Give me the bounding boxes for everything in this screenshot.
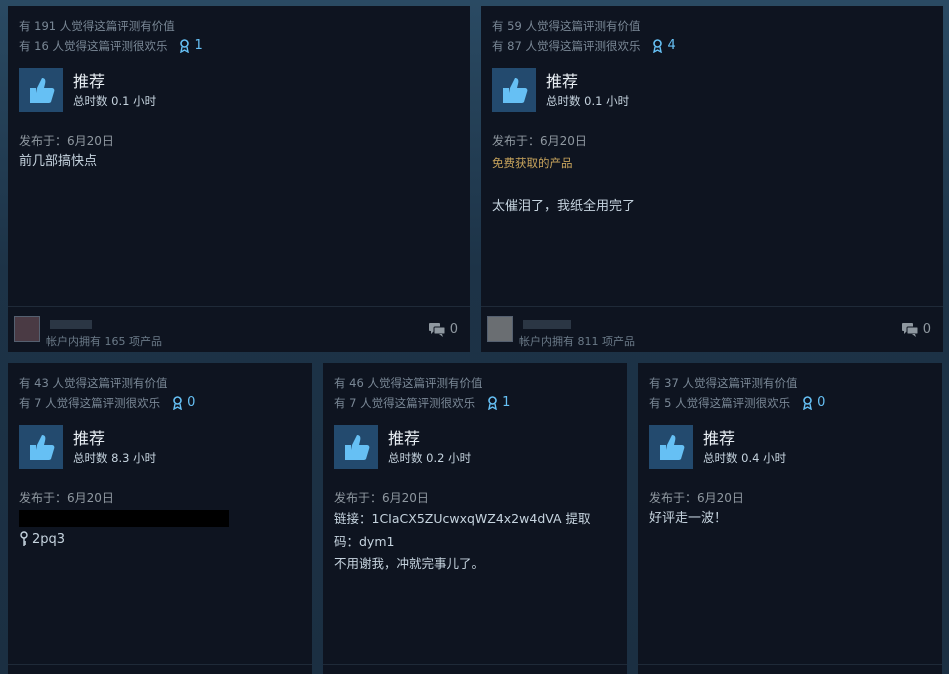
key-text: 2pq3: [32, 531, 66, 547]
review-card: 有 43 人觉得这篇评测有价值 有 7 人觉得这篇评测很欢乐 0 推荐 总时数 …: [8, 363, 312, 674]
posted-date: 发布于：6月20日: [649, 491, 744, 505]
divider: [323, 664, 627, 665]
funny-count: 有 7 人觉得这篇评测很欢乐: [19, 396, 161, 410]
recommendation[interactable]: 推荐 总时数 0.2 小时: [334, 425, 471, 469]
reviewer-name-redacted[interactable]: [50, 320, 92, 329]
posted-date: 发布于：6月20日: [19, 134, 114, 148]
avatar[interactable]: [14, 316, 40, 342]
recommendation-label: 推荐: [546, 72, 579, 91]
review-body-line: 不用谢我，冲就完事儿了。: [334, 556, 485, 571]
award-number: 4: [667, 38, 676, 53]
award-number: 0: [187, 395, 196, 410]
review-stats: 有 37 人觉得这篇评测有价值 有 5 人觉得这篇评测很欢乐 0: [649, 373, 825, 413]
divider: [8, 306, 470, 307]
helpful-count: 有 43 人觉得这篇评测有价值: [19, 376, 168, 390]
award-ribbon-icon: [173, 396, 183, 410]
review-stats: 有 59 人觉得这篇评测有价值 有 87 人觉得这篇评测很欢乐 4: [492, 16, 676, 56]
thumbs-up-icon: [19, 68, 63, 112]
award-ribbon-icon: [653, 39, 663, 53]
comment-number: 0: [449, 322, 458, 337]
review-card: 有 59 人觉得这篇评测有价值 有 87 人觉得这篇评测很欢乐 4 推荐 总时数…: [481, 6, 943, 352]
free-product-label: 免费获取的产品: [492, 156, 573, 170]
posted-date: 发布于：6月20日: [492, 134, 587, 148]
products-owned: 帐户内拥有 165 项产品: [46, 335, 162, 348]
recommendation-label: 推荐: [73, 429, 106, 448]
helpful-count: 有 46 人觉得这篇评测有价值: [334, 376, 483, 390]
thumbs-up-icon: [492, 68, 536, 112]
recommendation-label: 推荐: [73, 72, 106, 91]
hours-played: 总时数 0.2 小时: [388, 451, 472, 465]
award-ribbon-icon: [803, 396, 813, 410]
recommendation[interactable]: 推荐 总时数 0.1 小时: [19, 68, 156, 112]
funny-count: 有 5 人觉得这篇评测很欢乐: [649, 396, 791, 410]
review-body: 前几部搞快点: [19, 154, 98, 169]
hours-played: 总时数 0.1 小时: [546, 94, 630, 108]
helpful-count: 有 59 人觉得这篇评测有价值: [492, 19, 641, 33]
helpful-count: 有 37 人觉得这篇评测有价值: [649, 376, 798, 390]
recommendation[interactable]: 推荐 总时数 8.3 小时: [19, 425, 156, 469]
review-stats: 有 43 人觉得这篇评测有价值 有 7 人觉得这篇评测很欢乐 0: [19, 373, 195, 413]
recommendation[interactable]: 推荐 总时数 0.1 小时: [492, 68, 629, 112]
review-card: 有 46 人觉得这篇评测有价值 有 7 人觉得这篇评测很欢乐 1 推荐 总时数 …: [323, 363, 627, 674]
award-ribbon-icon: [488, 396, 498, 410]
hours-played: 总时数 0.4 小时: [703, 451, 787, 465]
funny-count: 有 16 人觉得这篇评测很欢乐: [19, 39, 168, 53]
divider: [638, 664, 942, 665]
posted-date: 发布于：6月20日: [334, 491, 429, 505]
review-card: 有 191 人觉得这篇评测有价值 有 16 人觉得这篇评测很欢乐 1 推荐 总时…: [8, 6, 470, 352]
comment-count[interactable]: 0: [901, 322, 931, 337]
review-stats: 有 46 人觉得这篇评测有价值 有 7 人觉得这篇评测很欢乐 1: [334, 373, 510, 413]
reviewer-name-redacted[interactable]: [523, 320, 571, 329]
funny-count: 有 87 人觉得这篇评测很欢乐: [492, 39, 641, 53]
recommendation-label: 推荐: [703, 429, 736, 448]
review-body: 太催泪了，我纸全用完了: [492, 199, 636, 214]
award-number: 0: [817, 395, 826, 410]
posted-date: 发布于：6月20日: [19, 491, 114, 505]
award-count[interactable]: 1: [179, 36, 203, 56]
review-body-line: 码：dym1: [334, 534, 395, 549]
review-card: 有 37 人觉得这篇评测有价值 有 5 人觉得这篇评测很欢乐 0 推荐 总时数 …: [638, 363, 942, 674]
thumbs-up-icon: [334, 425, 378, 469]
award-count[interactable]: 1: [487, 393, 510, 413]
award-number: 1: [194, 38, 203, 53]
review-body-line: 链接：1CIaCX5ZUcwxqWZ4x2w4dVA 提取: [334, 511, 591, 526]
comment-icon: [428, 322, 445, 337]
helpful-count: 有 191 人觉得这篇评测有价值: [19, 19, 175, 33]
award-count[interactable]: 0: [172, 393, 195, 413]
review-stats: 有 191 人觉得这篇评测有价值 有 16 人觉得这篇评测很欢乐 1: [19, 16, 203, 56]
products-owned: 帐户内拥有 811 项产品: [519, 335, 635, 348]
award-count[interactable]: 0: [802, 393, 825, 413]
recommendation[interactable]: 推荐 总时数 0.4 小时: [649, 425, 786, 469]
thumbs-up-icon: [19, 425, 63, 469]
divider: [8, 664, 312, 665]
key-icon: [20, 531, 28, 546]
review-body: 好评走一波！: [649, 511, 728, 526]
thumbs-up-icon: [649, 425, 693, 469]
funny-count: 有 7 人觉得这篇评测很欢乐: [334, 396, 476, 410]
redacted-text-block: [19, 510, 229, 527]
award-count[interactable]: 4: [652, 36, 676, 56]
recommendation-label: 推荐: [388, 429, 421, 448]
divider: [481, 306, 943, 307]
hours-played: 总时数 0.1 小时: [73, 94, 157, 108]
award-number: 1: [502, 395, 511, 410]
avatar[interactable]: [487, 316, 513, 342]
award-ribbon-icon: [180, 39, 190, 53]
comment-count[interactable]: 0: [428, 322, 458, 337]
comment-number: 0: [922, 322, 931, 337]
comment-icon: [901, 322, 918, 337]
hours-played: 总时数 8.3 小时: [73, 451, 157, 465]
key-line: 2pq3: [19, 531, 65, 547]
